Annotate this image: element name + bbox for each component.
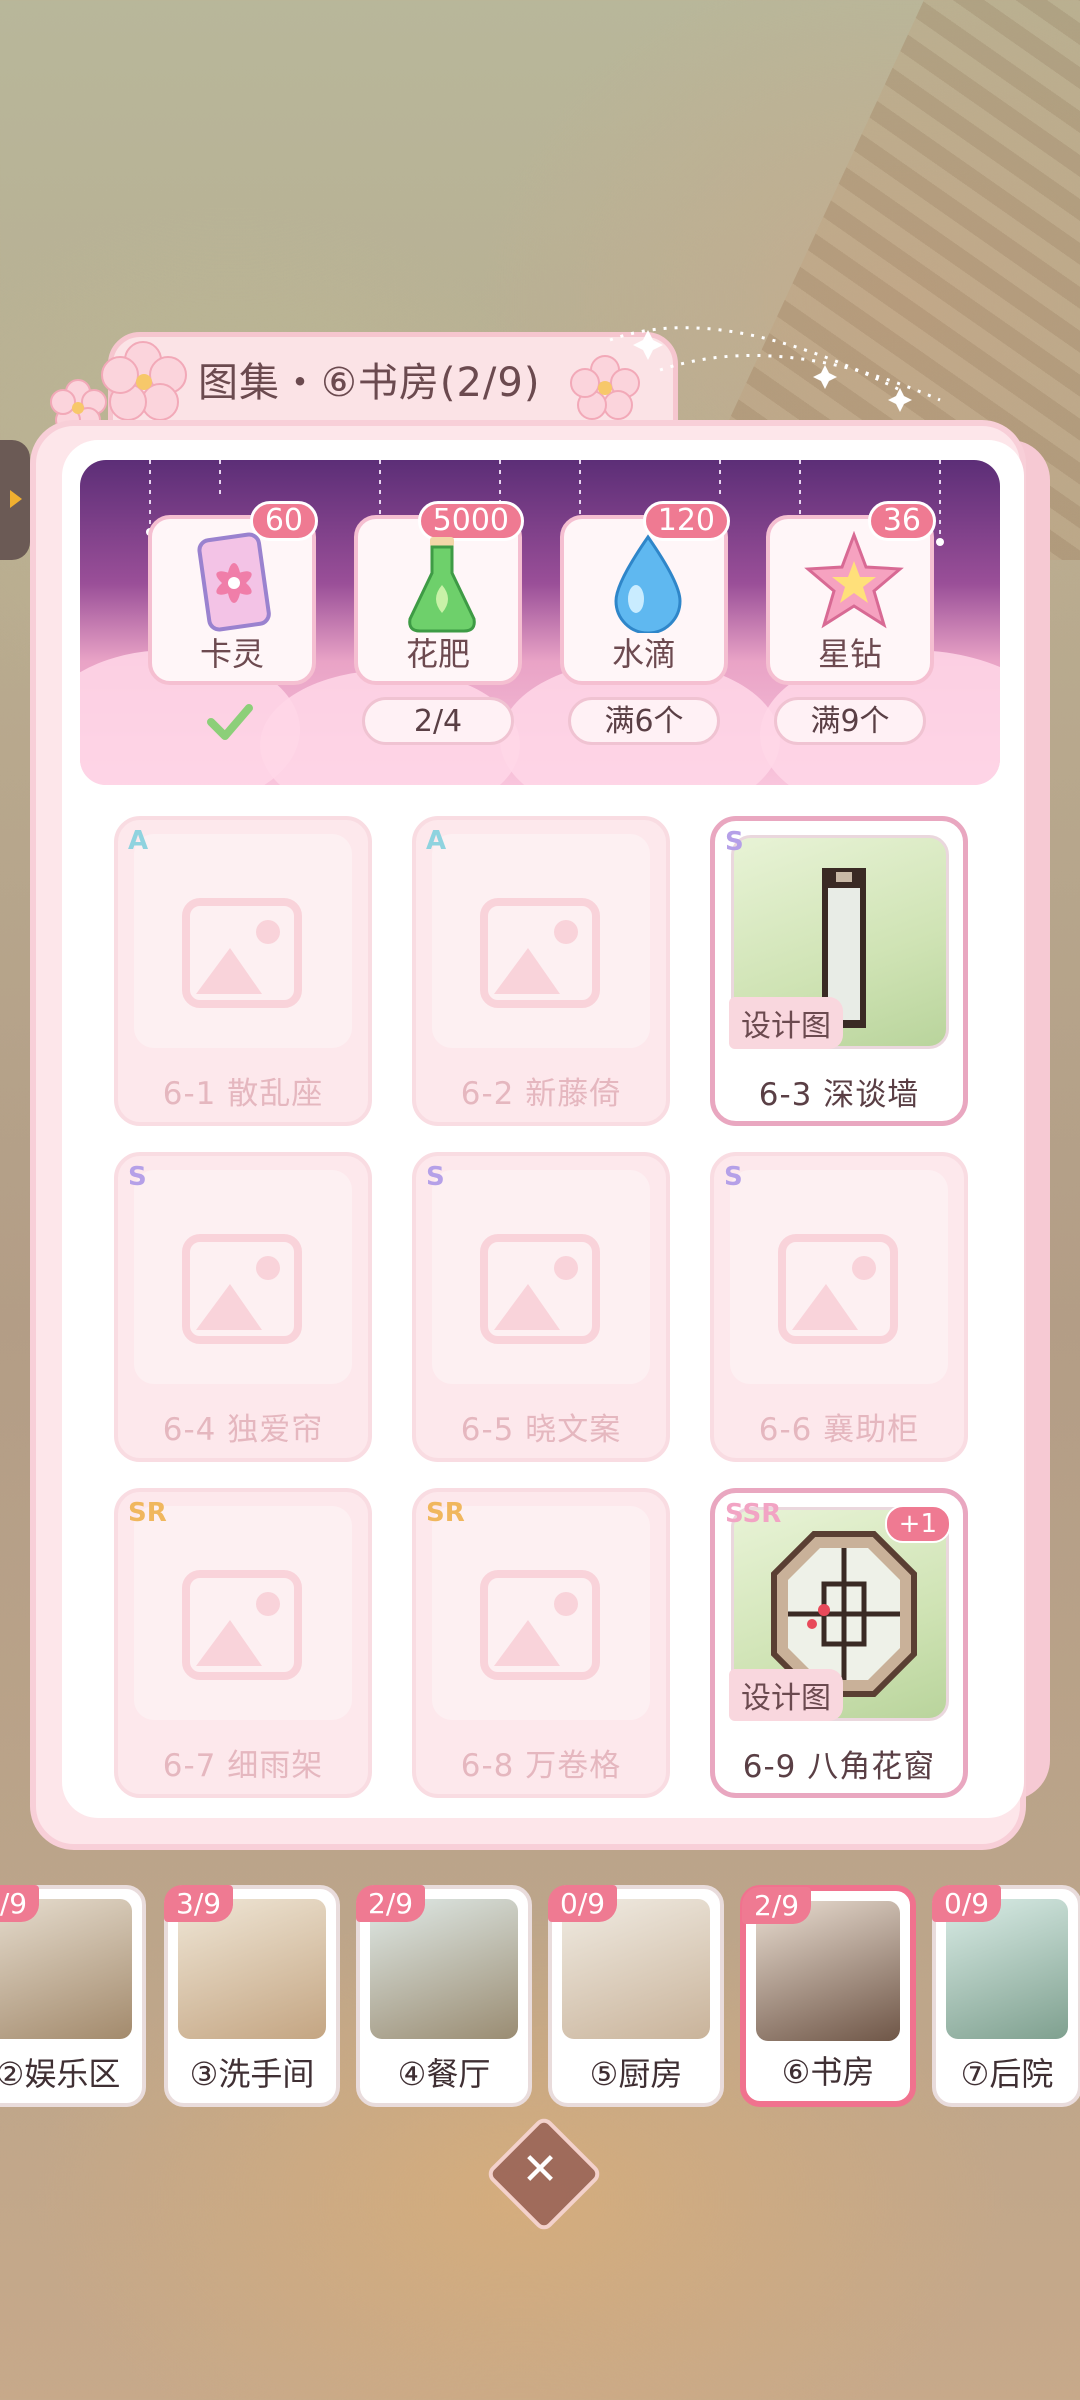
item-name: 6-4 独爱帘 bbox=[162, 1412, 324, 1448]
item-name: 6-8 万卷格 bbox=[460, 1748, 622, 1784]
collection-item-6-7[interactable]: SR 6-7 细雨架 bbox=[114, 1488, 372, 1798]
item-thumbnail bbox=[134, 1170, 352, 1384]
room-name: ⑤厨房 bbox=[589, 2055, 683, 2093]
item-name: 6-7 细雨架 bbox=[162, 1748, 324, 1784]
close-icon: ✕ bbox=[521, 2144, 559, 2195]
resource-label: 水滴 bbox=[611, 635, 676, 673]
rarity-badge: S bbox=[426, 1162, 445, 1192]
room-tab-entertainment[interactable]: 0/9 ②娱乐区 bbox=[0, 1885, 146, 2107]
collection-item-6-5[interactable]: S 6-5 晓文案 bbox=[412, 1152, 670, 1462]
resource-star-diamond[interactable]: 36 星钻 bbox=[766, 501, 936, 685]
resource-water-drop[interactable]: 120 水滴 bbox=[560, 501, 730, 685]
collection-item-6-6[interactable]: S 6-6 襄助柜 bbox=[710, 1152, 968, 1462]
resource-card-spirit[interactable]: 60 卡灵 bbox=[148, 501, 318, 685]
room-tab-backyard[interactable]: 0/9 ⑦后院 bbox=[932, 1885, 1080, 2107]
image-placeholder-icon bbox=[480, 1234, 600, 1344]
blueprint-tag: 设计图 bbox=[729, 1669, 843, 1721]
resource-status-pill: 2/4 bbox=[362, 697, 514, 745]
item-thumbnail bbox=[432, 1506, 650, 1720]
rarity-badge: S bbox=[128, 1162, 147, 1192]
resource-status-pill: 满9个 bbox=[774, 697, 926, 745]
room-name: ④餐厅 bbox=[397, 2055, 491, 2093]
checkmark-icon bbox=[207, 704, 253, 740]
room-progress-badge: 0/9 bbox=[0, 1885, 40, 1922]
rarity-badge: SSR bbox=[725, 1499, 782, 1529]
sparkle-string-decoration bbox=[609, 326, 941, 412]
item-thumbnail bbox=[432, 1170, 650, 1384]
item-name: 6-6 襄助柜 bbox=[758, 1412, 920, 1448]
room-name: ②娱乐区 bbox=[0, 2055, 121, 2093]
room-name: ③洗手间 bbox=[189, 2055, 315, 2093]
image-placeholder-icon bbox=[182, 1234, 302, 1344]
item-thumbnail bbox=[730, 1170, 948, 1384]
collection-item-6-9[interactable]: SSR +1 设计图 6-9 八角花窗 bbox=[710, 1488, 968, 1798]
image-placeholder-icon bbox=[182, 1570, 302, 1680]
room-tab-dining[interactable]: 2/9 ④餐厅 bbox=[356, 1885, 532, 2107]
room-name: ⑦后院 bbox=[960, 2055, 1054, 2093]
item-name: 6-2 新藤倚 bbox=[460, 1076, 622, 1112]
room-tab-washroom[interactable]: 3/9 ③洗手间 bbox=[164, 1885, 340, 2107]
cherry-blossom-icon bbox=[50, 341, 187, 430]
item-thumbnail bbox=[134, 1506, 352, 1720]
collection-item-6-3[interactable]: S 设计图 6-3 深谈墙 bbox=[710, 816, 968, 1126]
item-name: 6-5 晓文案 bbox=[460, 1412, 622, 1448]
room-tab-study[interactable]: 2/9 ⑥书房 bbox=[740, 1885, 916, 2107]
collection-item-6-1[interactable]: A 6-1 散乱座 bbox=[114, 816, 372, 1126]
water-drop-icon bbox=[614, 534, 682, 633]
star-diamond-icon bbox=[804, 531, 904, 629]
rarity-badge: S bbox=[724, 1162, 743, 1192]
rarity-badge: S bbox=[725, 827, 744, 857]
rarity-badge: SR bbox=[128, 1498, 167, 1528]
collection-item-6-4[interactable]: S 6-4 独爱帘 bbox=[114, 1152, 372, 1462]
item-name: 6-9 八角花窗 bbox=[742, 1749, 936, 1785]
blueprint-tag: 设计图 bbox=[729, 997, 843, 1049]
duplicate-count-badge: +1 bbox=[884, 1505, 951, 1543]
room-progress-badge: 3/9 bbox=[164, 1885, 234, 1922]
item-name: 6-1 散乱座 bbox=[162, 1076, 324, 1112]
rarity-badge: SR bbox=[426, 1498, 465, 1528]
item-thumbnail bbox=[432, 834, 650, 1048]
image-placeholder-icon bbox=[778, 1234, 898, 1344]
item-thumbnail bbox=[134, 834, 352, 1048]
collection-item-6-2[interactable]: A 6-2 新藤倚 bbox=[412, 816, 670, 1126]
image-placeholder-icon bbox=[480, 898, 600, 1008]
room-progress-badge: 0/9 bbox=[932, 1885, 1002, 1922]
resource-label: 星钻 bbox=[817, 635, 882, 673]
item-name: 6-3 深谈墙 bbox=[758, 1077, 920, 1113]
room-tab-kitchen[interactable]: 0/9 ⑤厨房 bbox=[548, 1885, 724, 2107]
room-progress-badge: 2/9 bbox=[356, 1885, 426, 1922]
collection-item-6-8[interactable]: SR 6-8 万卷格 bbox=[412, 1488, 670, 1798]
image-placeholder-icon bbox=[480, 1570, 600, 1680]
page-title: 图集・⑥书房(2/9) bbox=[198, 360, 541, 406]
resource-label: 花肥 bbox=[405, 635, 470, 673]
resource-label: 卡灵 bbox=[199, 635, 264, 673]
resource-fertilizer[interactable]: 5000 花肥 bbox=[354, 501, 524, 685]
rarity-badge: A bbox=[426, 826, 447, 856]
room-progress-badge: 2/9 bbox=[742, 1887, 812, 1924]
room-progress-badge: 0/9 bbox=[548, 1885, 618, 1922]
fertilizer-flask-icon bbox=[408, 537, 476, 633]
room-name: ⑥书房 bbox=[781, 2053, 875, 2091]
side-drawer-toggle[interactable] bbox=[0, 440, 30, 560]
image-placeholder-icon bbox=[182, 898, 302, 1008]
resource-status-pill: 满6个 bbox=[568, 697, 720, 745]
rarity-badge: A bbox=[128, 826, 149, 856]
card-spirit-icon bbox=[197, 532, 271, 632]
